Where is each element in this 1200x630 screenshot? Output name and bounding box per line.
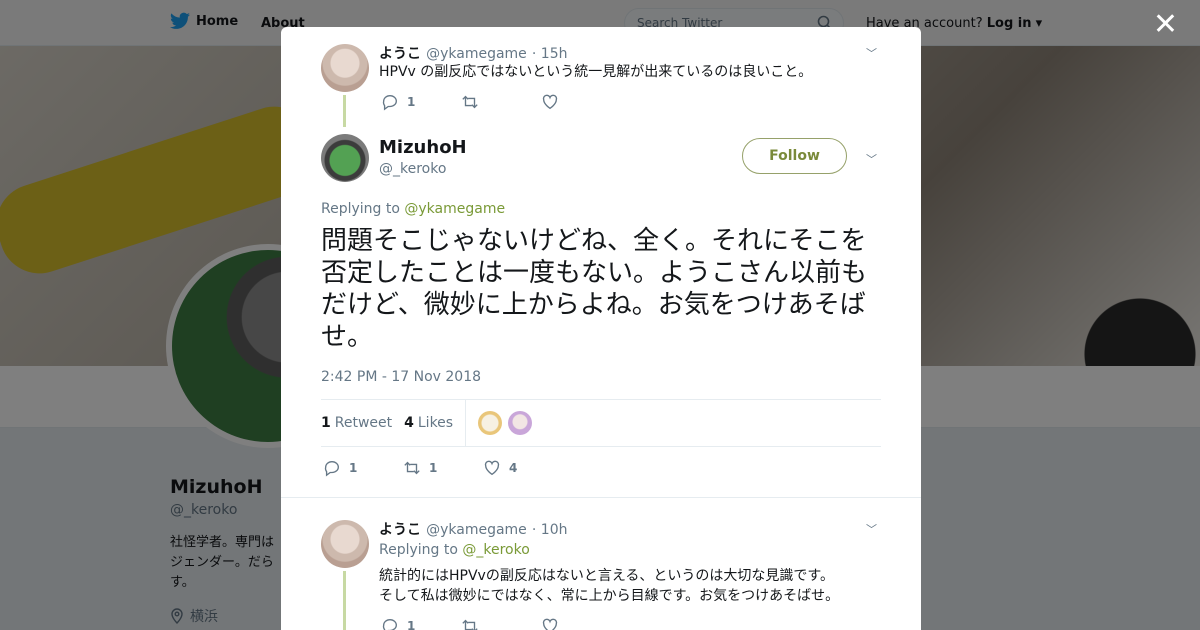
replying-to: Replying to @_keroko (379, 542, 530, 558)
tweet-text-line: 統計的にはHPVvの副反応はないと言える、というのは大切な見識です。 (379, 568, 835, 584)
divider (465, 399, 467, 447)
author-handle[interactable]: @ykamegame (426, 522, 527, 538)
like-button[interactable]: 4 (483, 459, 563, 477)
retweet-button[interactable] (461, 93, 541, 111)
tweet-header: ようこ @ykamegame · 15h (379, 43, 567, 63)
tweet-modal: ようこ @ykamegame · 15h ﹀ HPVv の副反応ではないという統… (281, 27, 921, 630)
author-handle[interactable]: @_keroko (379, 161, 446, 177)
replying-prefix: Replying to (379, 542, 458, 558)
close-icon[interactable]: ✕ (1153, 10, 1178, 40)
tweet-actions: 1 (381, 617, 621, 630)
tweet-actions: 1 (381, 93, 621, 111)
retweet-icon (462, 619, 478, 630)
retweet-stat-count: 1 (321, 415, 331, 431)
tweet-header: ようこ @ykamegame · 10h (379, 519, 567, 539)
reply-button[interactable]: 1 (381, 617, 461, 630)
tweet-text-line: そして私は微妙にではなく、常に上から目線です。お気をつけあそばせ。 (379, 588, 840, 604)
heart-icon (484, 460, 500, 476)
liker-avatar[interactable] (508, 411, 533, 435)
reply-icon (382, 95, 397, 111)
avatar[interactable] (321, 44, 369, 92)
chevron-down-icon[interactable]: ﹀ (866, 521, 877, 537)
liker-avatar[interactable] (478, 411, 503, 435)
replying-to-link[interactable]: @ykamegame (404, 201, 505, 217)
tweet-stats: 1 Retweet 4 Likes (321, 399, 881, 447)
heart-icon (542, 94, 558, 110)
likes-stat-label: Likes (417, 415, 454, 431)
retweet-stat[interactable]: 1 Retweet (321, 415, 392, 431)
replying-to-link[interactable]: @_keroko (462, 542, 529, 558)
tweet-text: 統計的にはHPVvの副反応はないと言える、というのは大切な見識です。 そして私は… (379, 566, 839, 606)
likes-stat[interactable]: 4 Likes (404, 415, 453, 431)
avatar[interactable] (321, 134, 369, 182)
retweet-button[interactable]: 1 (403, 459, 483, 477)
like-button[interactable] (541, 617, 621, 630)
retweet-stat-label: Retweet (334, 415, 393, 431)
tweet-time[interactable]: · 15h (532, 46, 568, 62)
thread-line (343, 571, 346, 630)
retweet-icon (404, 461, 420, 475)
reply-icon (382, 619, 397, 630)
chevron-down-icon[interactable]: ﹀ (866, 45, 877, 61)
follow-button[interactable]: Follow (742, 138, 847, 174)
likes-stat-count: 4 (404, 415, 414, 431)
like-button[interactable] (541, 93, 621, 111)
author-name[interactable]: ようこ (379, 522, 421, 538)
author-handle[interactable]: @ykamegame (426, 46, 527, 62)
replying-prefix: Replying to (321, 201, 400, 217)
chevron-down-icon[interactable]: ﹀ (866, 151, 877, 167)
tweet-text: 問題そこじゃないけどね、全く。それにそこを否定したことは一度もない。ようこさん以… (321, 226, 868, 352)
retweet-button[interactable] (461, 617, 541, 630)
tweet-time[interactable]: · 10h (532, 522, 568, 538)
reply-count: 1 (349, 461, 358, 475)
retweet-icon (462, 95, 478, 109)
retweet-count: 1 (429, 461, 438, 475)
reply-button[interactable]: 1 (381, 93, 461, 111)
tweet-timestamp[interactable]: 2:42 PM - 17 Nov 2018 (321, 369, 481, 385)
author-name[interactable]: ようこ (379, 46, 421, 62)
like-count: 4 (509, 461, 518, 475)
divider (281, 497, 921, 498)
heart-icon (542, 618, 558, 630)
author-name[interactable]: MizuhoH (379, 137, 467, 158)
tweet-text: HPVv の副反応ではないという統一見解が出来ているのは良いこと。 (379, 64, 813, 80)
replying-to: Replying to @ykamegame (321, 201, 505, 217)
reply-count: 1 (407, 95, 416, 109)
thread-line (343, 95, 346, 127)
avatar[interactable] (321, 520, 369, 568)
reply-count: 1 (407, 619, 416, 630)
reply-button[interactable]: 1 (323, 459, 403, 477)
reply-icon (324, 461, 339, 477)
tweet-actions: 1 1 4 (323, 459, 563, 477)
